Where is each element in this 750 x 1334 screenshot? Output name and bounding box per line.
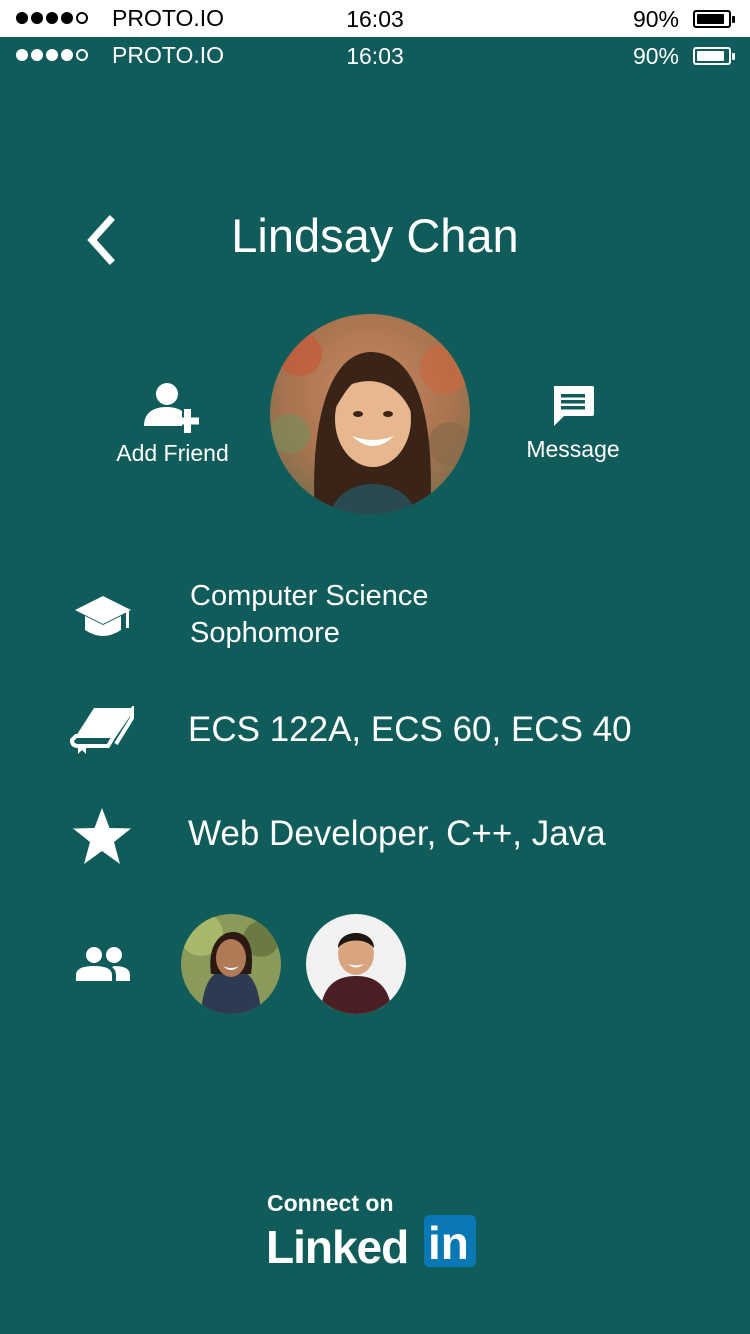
linkedin-wordmark: Linked xyxy=(266,1221,409,1273)
add-friend-label: Add Friend xyxy=(116,440,229,466)
skills-text: Web Developer, C++, Java xyxy=(188,814,606,853)
people-icon xyxy=(74,945,132,988)
page-title: Lindsay Chan xyxy=(231,209,519,262)
status-bar: PROTO.IO 16:03 90% xyxy=(0,0,750,37)
linkedin-connect-button[interactable]: Connect on Linked in xyxy=(266,1190,486,1273)
battery-percent: 90% xyxy=(632,6,679,32)
message-label: Message xyxy=(526,436,620,462)
connect-on-label: Connect on xyxy=(267,1190,394,1216)
year-text: Sophomore xyxy=(190,617,340,649)
app-status-bar: PROTO.IO 16:03 90% xyxy=(0,37,750,74)
friend-avatar-1[interactable] xyxy=(181,914,281,1014)
battery-icon xyxy=(693,10,735,28)
friend-avatar-2[interactable] xyxy=(306,914,406,1014)
linkedin-logo-icon: in xyxy=(424,1215,476,1269)
add-friend-button[interactable]: Add Friend xyxy=(100,380,245,467)
add-person-icon xyxy=(143,383,199,433)
message-button[interactable]: Message xyxy=(505,384,641,463)
message-icon xyxy=(554,386,594,426)
courses-text: ECS 122A, ECS 60, ECS 40 xyxy=(188,710,632,749)
major-text: Computer Science xyxy=(190,580,429,612)
battery-icon xyxy=(693,47,735,65)
profile-avatar xyxy=(270,314,470,514)
graduation-cap-icon xyxy=(74,594,132,647)
star-icon xyxy=(71,806,133,871)
battery-percent: 90% xyxy=(632,43,679,69)
education-info: Computer Science Sophomore xyxy=(190,578,429,652)
book-icon xyxy=(69,703,134,761)
